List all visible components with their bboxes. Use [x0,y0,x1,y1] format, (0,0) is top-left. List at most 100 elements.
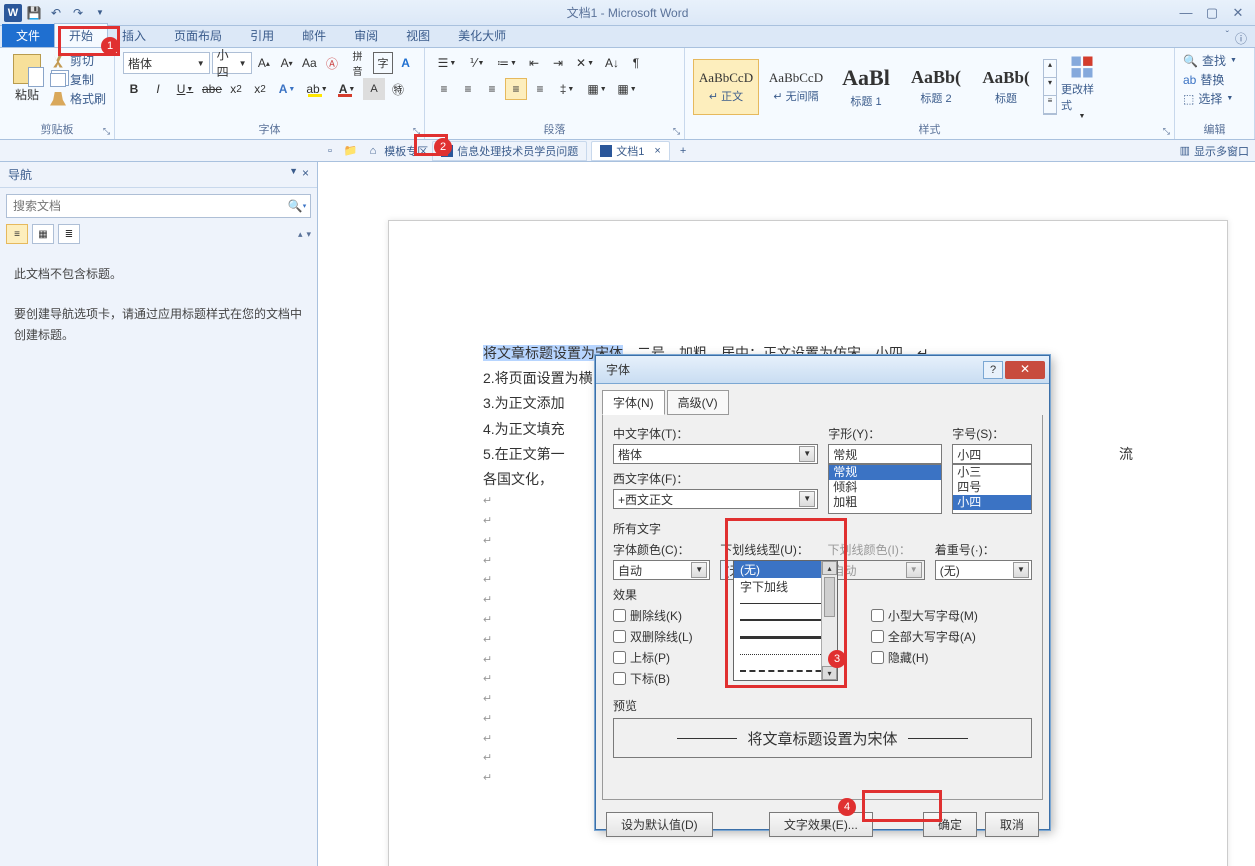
list-item[interactable]: 小三 [953,465,1031,480]
list-item[interactable]: 倾斜 [829,480,941,495]
grow-font-icon[interactable]: A▴ [254,52,275,74]
shading-button[interactable]: ▦▼ [583,78,611,100]
char-a-icon[interactable]: A [395,52,416,74]
sort-button[interactable]: A↓ [601,52,623,74]
dialog-close-icon[interactable]: ✕ [1005,361,1045,379]
text-direction-button[interactable]: ✕▼ [571,52,599,74]
dialog-tab-font[interactable]: 字体(N) [602,390,665,415]
qat-customize-icon[interactable]: ▼ [90,3,110,23]
select-button[interactable]: ⬚选择▼ [1183,90,1246,107]
format-painter-button[interactable]: 格式刷 [50,90,106,107]
list-item[interactable]: 小四 [953,495,1031,510]
dialog-help-icon[interactable]: ? [983,361,1003,379]
font-size-listbox[interactable]: 小三 四号 小四 [952,464,1032,514]
styles-launcher-icon[interactable]: ⤡ [1163,126,1170,137]
multi-window-toggle[interactable]: ▥显示多窗口 [1180,143,1249,159]
bold-button[interactable]: B [123,78,145,100]
dialog-titlebar[interactable]: 字体 ? ✕ [596,356,1049,384]
clipboard-launcher-icon[interactable]: ⤡ [103,126,110,137]
tab-references[interactable]: 引用 [236,24,288,47]
navpane-collapse[interactable]: ▴▾ [298,224,311,244]
close-icon[interactable]: ✕ [1229,5,1247,21]
replace-button[interactable]: ab替换 [1183,71,1246,88]
italic-button[interactable]: I [147,78,169,100]
cancel-button[interactable]: 取消 [985,812,1039,837]
highlight-button[interactable]: ab▼ [303,78,331,100]
ribbon-minimize-icon[interactable]: ˇ [1226,30,1229,47]
style-gallery-scroll[interactable]: ▴▾≡ [1043,59,1057,115]
home-icon[interactable]: ⌂ [366,145,381,157]
navpane-close-icon[interactable]: × [302,166,309,183]
cn-font-select[interactable]: 楷体▼ [613,444,818,464]
find-button[interactable]: 🔍查找▼ [1183,52,1246,69]
font-style-listbox[interactable]: 常规 倾斜 加粗 [828,464,942,514]
doc-tab-1[interactable]: 信息处理技术员学员问题 [432,141,587,161]
strikethrough-button[interactable]: abe [201,78,223,100]
style-heading1[interactable]: AaBl标题 1 [833,59,899,115]
word-app-icon[interactable]: W [4,4,22,22]
change-case-icon[interactable]: Aa [299,52,320,74]
new-doc-icon[interactable]: ▫ [324,145,336,157]
list-item[interactable]: 加粗 [829,495,941,510]
align-justify-button[interactable]: ≡ [505,78,527,100]
superscript-button[interactable]: x2 [249,78,271,100]
minimize-icon[interactable]: — [1177,5,1195,21]
redo-icon[interactable]: ↷ [68,3,88,23]
navpane-dropdown-icon[interactable]: ▼ [289,166,298,183]
doc-tab-close-icon[interactable]: × [654,145,660,157]
multilevel-button[interactable]: ≔▼ [493,52,521,74]
en-font-select[interactable]: +西文正文▼ [613,489,818,509]
search-input[interactable] [7,195,284,217]
shrink-font-icon[interactable]: A▾ [276,52,297,74]
checkbox-allcaps[interactable]: 全部大写字母(A) [871,628,1032,645]
undo-icon[interactable]: ↶ [46,3,66,23]
font-color-button[interactable]: A▼ [333,78,361,100]
set-default-button[interactable]: 设为默认值(D) [606,812,713,837]
navtab-results-icon[interactable]: ≣ [58,224,80,244]
navtab-pages-icon[interactable]: ▦ [32,224,54,244]
tab-review[interactable]: 审阅 [340,24,392,47]
char-shading-icon[interactable]: A [363,78,385,100]
doc-tab-2[interactable]: 文档1× [591,141,670,161]
font-name-select[interactable]: 楷体▼ [123,52,210,74]
font-style-input[interactable]: 常规 [828,444,942,464]
dialog-tab-advanced[interactable]: 高级(V) [667,390,729,415]
align-center-button[interactable]: ≡ [457,78,479,100]
search-go-icon[interactable]: 🔍▾ [284,195,310,217]
decrease-indent-button[interactable]: ⇤ [523,52,545,74]
save-icon[interactable]: 💾 [24,3,44,23]
text-effects-button[interactable]: 文字效果(E)... [769,812,873,837]
enclose-char-icon[interactable]: ㊕ [387,78,409,100]
subscript-button[interactable]: x2 [225,78,247,100]
help-icon[interactable]: ⓘ [1235,30,1247,47]
borders-button[interactable]: ▦▼ [613,78,641,100]
align-right-button[interactable]: ≡ [481,78,503,100]
style-nospacing[interactable]: AaBbCcD↵ 无间隔 [763,59,829,115]
show-marks-button[interactable]: ¶ [625,52,647,74]
line-spacing-button[interactable]: ‡▼ [553,78,581,100]
style-normal[interactable]: AaBbCcD↵ 正文 [693,59,759,115]
paste-button[interactable]: 粘贴 [8,52,46,121]
tab-file[interactable]: 文件 [2,24,54,47]
underline-button[interactable]: U▼ [171,78,199,100]
font-size-select[interactable]: 小四▼ [212,52,252,74]
font-color-select[interactable]: 自动▼ [613,560,710,580]
maximize-icon[interactable]: ▢ [1203,5,1221,21]
distribute-button[interactable]: ≡ [529,78,551,100]
list-item[interactable]: 四号 [953,480,1031,495]
copy-button[interactable]: 复制 [50,71,106,88]
tab-view[interactable]: 视图 [392,24,444,47]
clear-format-icon[interactable]: Ⓐ [322,52,343,74]
tab-beautify[interactable]: 美化大师 [444,24,520,47]
font-size-input[interactable]: 小四 [952,444,1032,464]
bullets-button[interactable]: ☰▼ [433,52,461,74]
char-border-icon[interactable]: 字 [373,52,394,74]
emphasis-select[interactable]: (无)▼ [935,560,1032,580]
phonetic-icon[interactable]: 拼音 [344,52,370,74]
checkbox-hidden[interactable]: 隐藏(H) [871,649,1032,666]
checkbox-smallcaps[interactable]: 小型大写字母(M) [871,607,1032,624]
tab-mailings[interactable]: 邮件 [288,24,340,47]
style-title[interactable]: AaBb(标题 [973,59,1039,115]
new-tab-button[interactable]: + [674,145,692,157]
open-folder-icon[interactable]: 📁 [340,144,362,157]
